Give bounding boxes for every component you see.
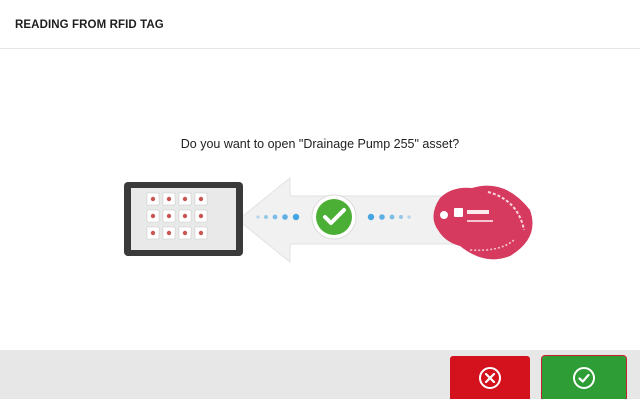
close-circle-icon [479, 366, 501, 389]
rfid-tag-icon [433, 185, 533, 260]
title-bar: READING FROM RFID TAG [0, 0, 640, 49]
tablet-device-icon [124, 182, 243, 256]
confirm-button[interactable] [541, 355, 627, 399]
check-icon [311, 194, 357, 240]
page-title: READING FROM RFID TAG [15, 19, 164, 31]
open-asset-prompt: Do you want to open "Drainage Pump 255" … [180, 137, 460, 151]
rfid-illustration [0, 160, 640, 280]
check-circle-icon [573, 366, 595, 389]
cancel-button[interactable] [450, 356, 530, 399]
